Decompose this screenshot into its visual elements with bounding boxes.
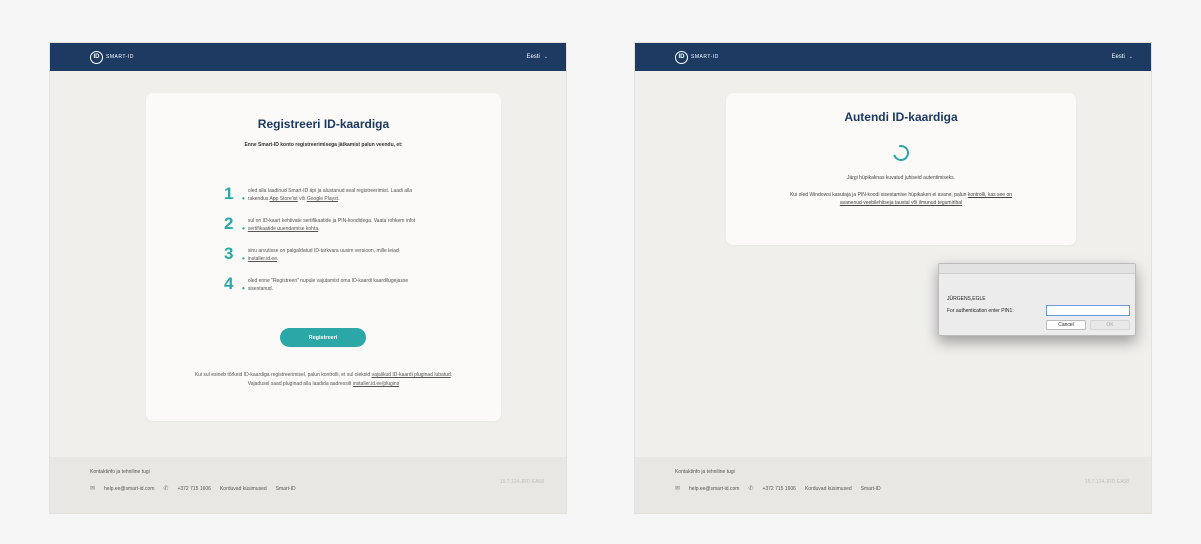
footer-title: Kontaktinfo ja tehniline tugi	[90, 469, 150, 475]
smart-id-logo-icon: ID	[675, 50, 688, 64]
loading-spinner-icon	[890, 142, 912, 164]
plugins-download-link[interactable]: installer.id.ee/plugins	[353, 381, 399, 387]
smart-id-logo[interactable]: ID SMART-ID	[675, 50, 719, 64]
footer: Kontaktinfo ja tehniline tugi ✉ help.ee@…	[635, 457, 1151, 513]
step-dot: •	[242, 284, 245, 293]
email-link[interactable]: help.ee@smart-id.com	[104, 486, 154, 492]
authenticate-screen: ID SMART-ID Eesti ⌄ Autendi ID-kaardiga …	[634, 42, 1152, 514]
language-selector[interactable]: Eesti ⌄	[526, 54, 548, 60]
language-label: Eesti	[526, 54, 540, 60]
top-bar: ID SMART-ID Eesti ⌄	[635, 43, 1151, 71]
phone-link[interactable]: +372 715 1606	[177, 486, 211, 492]
phone-link[interactable]: +372 715 1606	[762, 486, 796, 492]
version-label: 15.7.124.JRD.EA58	[1084, 479, 1129, 485]
register-button[interactable]: Registreeri	[280, 328, 366, 347]
mail-icon: ✉	[90, 486, 96, 492]
footer: Kontaktinfo ja tehniline tugi ✉ help.ee@…	[50, 457, 566, 513]
step-number: 2	[224, 214, 234, 233]
smart-id-link[interactable]: Smart-ID	[861, 486, 881, 492]
register-card: Registreeri ID-kaardiga Enne Smart-ID ko…	[146, 93, 501, 421]
chevron-down-icon: ⌄	[543, 54, 548, 60]
plugin-help-text: Kui sul esineb tõrkeid ID-kaardiga regis…	[194, 372, 453, 387]
step-text: sinu arvutisse on paigaldatud ID-tarkvar…	[247, 248, 399, 262]
smart-id-logo-icon: ID	[90, 50, 103, 64]
pin-input[interactable]	[1046, 305, 1130, 316]
auth-instruction: Järgi hüpikaknas kuvatud juhiseid autent…	[846, 175, 956, 181]
step-number: 3	[224, 244, 234, 263]
phone-icon: ✆	[748, 486, 754, 492]
cardholder-name: JÜRGENS,EGLE	[947, 296, 986, 302]
ok-button[interactable]: OK	[1090, 320, 1130, 330]
smart-id-logo[interactable]: ID SMART-ID	[90, 50, 134, 64]
logo-text: SMART-ID	[106, 54, 134, 60]
plugins-enabled-link[interactable]: vajalikud ID-kaardi pluginad lubatud	[372, 372, 451, 378]
version-label: 15.7.124.JRD.EA58	[499, 479, 544, 485]
faq-link[interactable]: Korduvad küsimused	[805, 486, 852, 492]
step-text: oled enne "Registreeri" nupule vajutamis…	[247, 278, 409, 292]
step-number: 1	[224, 184, 234, 203]
step-1: 1 • oled alla laadinud Smart-ID äpi ja a…	[224, 185, 434, 205]
step-dot: •	[242, 224, 245, 233]
chevron-down-icon: ⌄	[1128, 54, 1133, 60]
step-text: sul on ID-kaart kehtivate sertifikaatide…	[247, 218, 416, 232]
top-bar: ID SMART-ID Eesti ⌄	[50, 43, 566, 71]
page-title: Autendi ID-kaardiga	[844, 110, 958, 124]
step-text: oled alla laadinud Smart-ID äpi ja alust…	[247, 188, 413, 202]
steps-list: 1 • oled alla laadinud Smart-ID äpi ja a…	[224, 185, 434, 305]
footer-title: Kontaktinfo ja tehniline tugi	[675, 469, 735, 475]
pin-label: For authentication enter PIN1:	[947, 308, 1014, 314]
step-3: 3 • sinu arvutisse on paigaldatud ID-tar…	[224, 245, 434, 265]
step-dot: •	[242, 254, 245, 263]
intro-text: Enne Smart-ID konto registreerimisega jä…	[244, 142, 403, 148]
installer-link[interactable]: installer.id.ee	[248, 256, 277, 262]
mail-icon: ✉	[675, 486, 681, 492]
language-selector[interactable]: Eesti ⌄	[1111, 54, 1133, 60]
step-number: 4	[224, 274, 234, 293]
cancel-button[interactable]: Cancel	[1046, 320, 1086, 330]
footer-links: ✉ help.ee@smart-id.com ✆ +372 715 1606 K…	[90, 485, 526, 493]
page-title: Registreeri ID-kaardiga	[257, 117, 390, 131]
step-dot: •	[242, 194, 245, 203]
certificate-renewal-link[interactable]: sertifikaatide uuendamise kohta	[248, 226, 318, 232]
google-play-link[interactable]: Google Playst	[307, 196, 338, 202]
language-label: Eesti	[1111, 54, 1125, 60]
windows-help-text: Kui oled Windowsi kasutaja ja PIN-koodi …	[789, 192, 1013, 206]
smart-id-link[interactable]: Smart-ID	[276, 486, 296, 492]
phone-icon: ✆	[163, 486, 169, 492]
step-2: 2 • sul on ID-kaart kehtivate sertifikaa…	[224, 215, 434, 235]
step-4: 4 • oled enne "Registreeri" nupule vajut…	[224, 275, 434, 295]
app-store-link[interactable]: App Store'ist	[270, 196, 298, 202]
register-screen: ID SMART-ID Eesti ⌄ Registreeri ID-kaard…	[49, 42, 567, 514]
auth-card: Autendi ID-kaardiga Järgi hüpikaknas kuv…	[726, 93, 1076, 245]
dialog-titlebar[interactable]	[939, 264, 1135, 274]
pin-dialog: JÜRGENS,EGLE For authentication enter PI…	[938, 263, 1136, 336]
email-link[interactable]: help.ee@smart-id.com	[689, 486, 739, 492]
logo-text: SMART-ID	[691, 54, 719, 60]
footer-links: ✉ help.ee@smart-id.com ✆ +372 715 1606 K…	[675, 485, 1111, 493]
faq-link[interactable]: Korduvad küsimused	[220, 486, 267, 492]
